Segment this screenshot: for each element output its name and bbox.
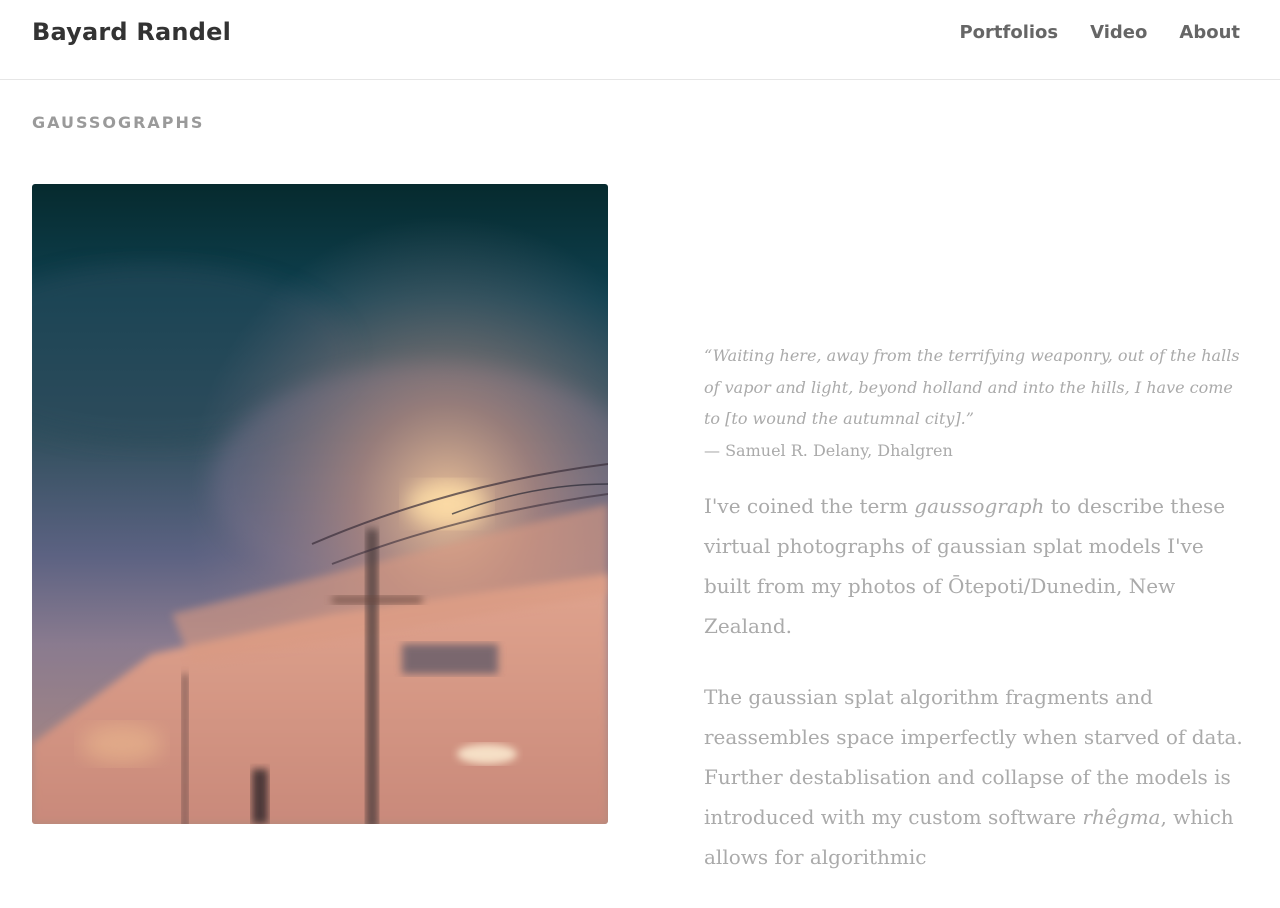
site-title-link[interactable]: Bayard Randel xyxy=(32,18,231,46)
epigraph-quote: “Waiting here, away from the terrifying … xyxy=(704,346,1240,428)
nav-portfolios[interactable]: Portfolios xyxy=(959,22,1058,43)
nav-video[interactable]: Video xyxy=(1090,22,1147,43)
main-nav: Portfolios Video About xyxy=(959,22,1240,43)
intro-text: “Waiting here, away from the terrifying … xyxy=(704,340,1250,908)
site-header: Bayard Randel Portfolios Video About xyxy=(0,0,1280,80)
term-gaussograph: gaussograph xyxy=(914,493,1045,518)
term-rhegma: rhêgma xyxy=(1082,804,1161,829)
p1-text-before: I've coined the term xyxy=(704,493,915,518)
nav-about[interactable]: About xyxy=(1179,22,1240,43)
intro-paragraph-2: The gaussian splat algorithm fragments a… xyxy=(704,677,1250,877)
gaussograph-image xyxy=(32,184,608,824)
intro-paragraph-1: I've coined the term gaussograph to desc… xyxy=(704,486,1250,646)
quote-attribution: — Samuel R. Delany, Dhalgren xyxy=(704,440,953,460)
section-heading: GAUSSOGRAPHS xyxy=(32,113,205,132)
gaussograph-photo[interactable] xyxy=(32,184,608,824)
